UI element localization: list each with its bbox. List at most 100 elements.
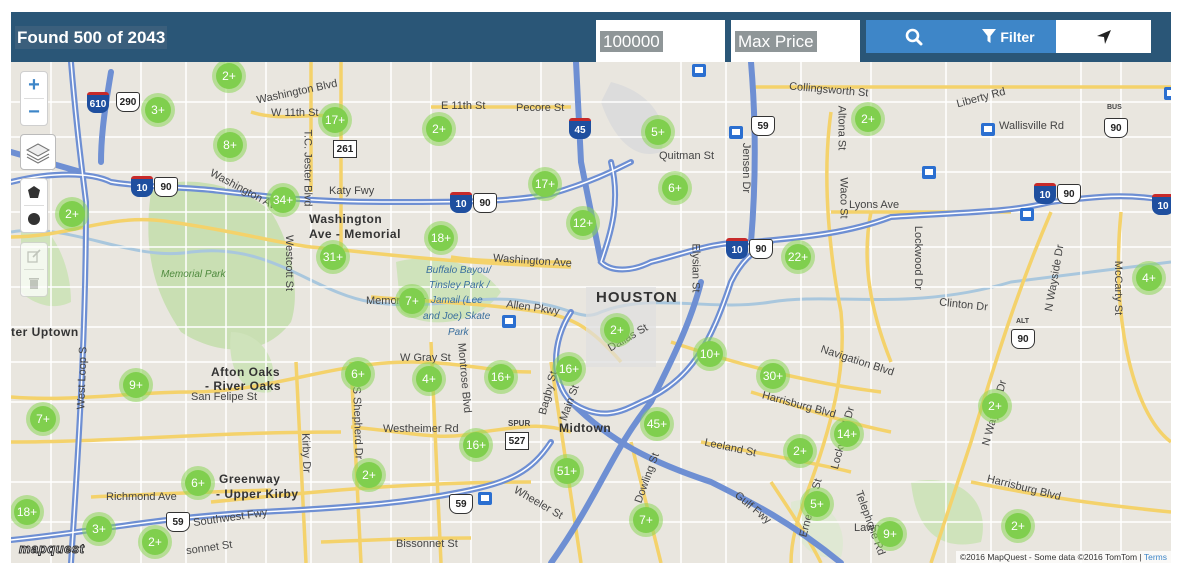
draw-polygon-button[interactable]: [21, 179, 47, 205]
map-canvas[interactable]: Washington Blvd W 11th St E 11th St Peco…: [11, 62, 1171, 563]
street-label: Bissonnet St: [396, 538, 458, 550]
terms-link[interactable]: Terms: [1144, 552, 1167, 562]
interstate-10-shield: 10: [1034, 183, 1056, 204]
listing-cluster[interactable]: 5+: [800, 487, 834, 521]
street-label: W 11th St: [271, 107, 319, 119]
listing-cluster[interactable]: 2+: [783, 434, 817, 468]
spur-527-shield: 527: [505, 432, 529, 450]
zoom-in-button[interactable]: +: [21, 72, 47, 98]
us-59-shield: 59: [449, 494, 473, 514]
draw-circle-button[interactable]: [21, 206, 47, 232]
listing-cluster[interactable]: 6+: [341, 357, 375, 391]
locate-me-button[interactable]: [1056, 20, 1151, 53]
business-us-90-shield: 90: [1104, 118, 1128, 138]
park-label: Jamail (Lee: [431, 295, 483, 306]
attribution-text: ©2016 MapQuest - Some data ©2016 TomTom …: [959, 552, 1144, 562]
street-label: E 11th St: [441, 100, 486, 112]
mapquest-logo: mapquest: [18, 541, 85, 557]
zoom-control: + −: [20, 71, 48, 126]
area-label: ter Uptown: [11, 325, 79, 339]
transit-station-icon: [981, 123, 995, 136]
listing-cluster[interactable]: 14+: [830, 417, 864, 451]
listing-cluster[interactable]: 6+: [181, 466, 215, 500]
street-label: Quitman St: [659, 150, 715, 162]
city-label: HOUSTON: [596, 289, 678, 306]
listing-cluster[interactable]: 51+: [550, 454, 584, 488]
listing-cluster[interactable]: 4+: [1132, 261, 1166, 295]
listing-cluster[interactable]: 2+: [1001, 509, 1035, 543]
street-label: San Felipe St: [191, 391, 258, 403]
delete-shape-button[interactable]: [21, 270, 47, 296]
layers-button[interactable]: [20, 134, 56, 170]
street-label: Wallisville Rd: [999, 120, 1064, 132]
street-label: Lyons Ave: [849, 199, 900, 211]
street-label: Altona St: [835, 105, 848, 151]
listing-cluster[interactable]: 18+: [11, 495, 44, 529]
listing-cluster[interactable]: 7+: [629, 503, 663, 537]
max-price-input[interactable]: Max Price: [731, 20, 860, 62]
area-label: - Upper Kirby: [216, 487, 299, 501]
listing-cluster[interactable]: 30+: [756, 359, 790, 393]
listing-cluster[interactable]: 34+: [266, 183, 300, 217]
trash-icon: [29, 278, 39, 289]
real-estate-map-widget: Found 500 of 2043 100000 Max Price Filte…: [11, 12, 1171, 563]
listing-cluster[interactable]: 2+: [851, 102, 885, 136]
transit-station-icon: [692, 64, 706, 77]
circle-icon: [28, 213, 40, 225]
us-59-shield: 59: [751, 116, 775, 136]
listing-cluster[interactable]: 4+: [412, 362, 446, 396]
listing-cluster[interactable]: 16+: [552, 352, 586, 386]
listing-cluster[interactable]: 31+: [316, 240, 350, 274]
listing-cluster[interactable]: 16+: [484, 360, 518, 394]
park-label: Buffalo Bayou/: [426, 265, 492, 276]
listing-cluster[interactable]: 7+: [26, 402, 60, 436]
listing-cluster[interactable]: 9+: [873, 517, 907, 551]
listing-cluster[interactable]: 5+: [641, 115, 675, 149]
listing-cluster[interactable]: 2+: [978, 389, 1012, 423]
transit-station-icon: [729, 126, 743, 139]
listing-cluster[interactable]: 17+: [528, 167, 562, 201]
park-label: Park: [448, 327, 469, 338]
edit-shape-button[interactable]: [21, 243, 47, 269]
listing-cluster[interactable]: 2+: [138, 525, 172, 559]
street-label: S Shepherd Dr: [350, 386, 365, 460]
listing-cluster[interactable]: 7+: [395, 284, 429, 318]
min-price-value: 100000: [600, 31, 663, 52]
us-90-shield: 90: [749, 239, 773, 259]
listing-cluster[interactable]: 12+: [566, 206, 600, 240]
street-label: McCarty St: [1112, 260, 1125, 316]
filter-icon: [982, 29, 997, 43]
us-290-shield: 290: [116, 92, 140, 112]
filter-button[interactable]: Filter: [961, 20, 1056, 53]
polygon-icon: [28, 186, 40, 198]
listing-cluster[interactable]: 2+: [55, 197, 89, 231]
listing-cluster[interactable]: 3+: [141, 93, 175, 127]
listing-cluster[interactable]: 10+: [693, 337, 727, 371]
listing-cluster[interactable]: 3+: [82, 512, 116, 546]
listing-cluster[interactable]: 2+: [352, 458, 386, 492]
zoom-out-button[interactable]: −: [21, 99, 47, 125]
listing-cluster[interactable]: 2+: [422, 112, 456, 146]
area-label: Ave - Memorial: [309, 227, 401, 241]
listing-cluster[interactable]: 22+: [781, 240, 815, 274]
loop-261-shield: 261: [333, 140, 357, 158]
street-label: Jensen Dr: [740, 142, 753, 194]
us-59-shield: 59: [166, 512, 190, 532]
listing-cluster[interactable]: 18+: [424, 221, 458, 255]
street-label: Lockwood Dr: [912, 225, 925, 291]
area-label: Greenway: [219, 472, 281, 486]
search-button[interactable]: [866, 20, 961, 53]
alt-us-90-shield: 90: [1011, 329, 1035, 349]
street-label: Pecore St: [516, 102, 565, 114]
street-label: T.C. Jester Blvd: [301, 129, 314, 207]
listing-cluster[interactable]: 17+: [318, 103, 352, 137]
layers-icon: [25, 143, 51, 164]
listing-cluster[interactable]: 8+: [213, 128, 247, 162]
listing-cluster[interactable]: 6+: [658, 171, 692, 205]
listing-cluster[interactable]: 2+: [600, 313, 634, 347]
listing-cluster[interactable]: 9+: [119, 368, 153, 402]
listing-cluster[interactable]: 16+: [459, 428, 493, 462]
min-price-input[interactable]: 100000: [596, 20, 725, 62]
listing-cluster[interactable]: 45+: [640, 407, 674, 441]
park-label: Memorial Park: [161, 269, 226, 280]
